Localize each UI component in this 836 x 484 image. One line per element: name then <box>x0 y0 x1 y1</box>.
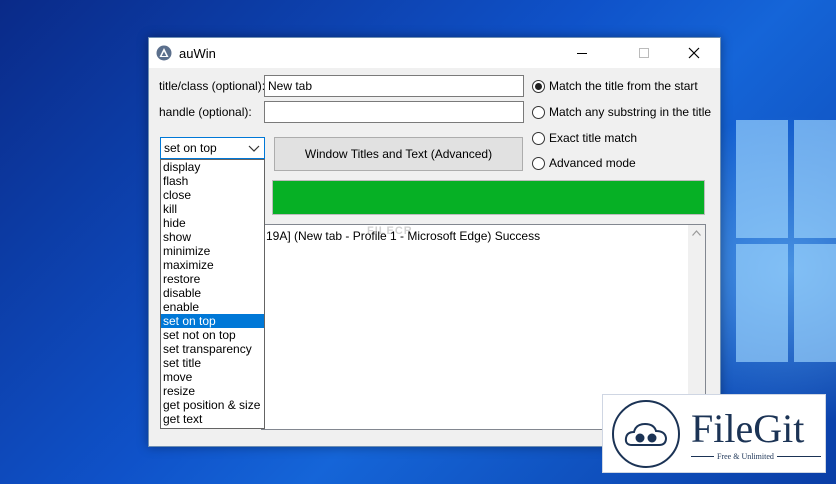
radio-button[interactable] <box>532 105 545 119</box>
radio-button[interactable] <box>532 156 545 170</box>
close-button[interactable] <box>671 38 717 68</box>
window-titles-advanced-button[interactable]: Window Titles and Text (Advanced) <box>274 137 523 171</box>
window-title: auWin <box>179 46 216 61</box>
radio-label: Match the title from the start <box>549 79 698 93</box>
radio-advanced-mode[interactable]: Advanced mode <box>532 156 636 170</box>
watermark-text: FILECR <box>367 225 413 237</box>
radio-match-start[interactable]: Match the title from the start <box>532 79 698 93</box>
radio-button-checked[interactable] <box>532 79 545 93</box>
action-combobox[interactable]: set on top <box>160 137 265 159</box>
minimize-icon <box>577 52 587 54</box>
action-dropdown-list[interactable]: display flash close kill hide show minimize max… <box>160 159 265 429</box>
dropdown-option[interactable]: get position & size <box>161 398 264 412</box>
dropdown-option[interactable]: minimize <box>161 244 264 258</box>
dropdown-option[interactable]: set transparency <box>161 342 264 356</box>
windows-logo <box>736 120 836 370</box>
handle-input[interactable] <box>264 101 524 123</box>
radio-label: Advanced mode <box>549 156 636 170</box>
dropdown-option[interactable]: flash <box>161 174 264 188</box>
dropdown-option[interactable]: get text <box>161 412 264 426</box>
dropdown-option[interactable]: close <box>161 188 264 202</box>
close-icon <box>688 47 700 59</box>
action-combobox-value: set on top <box>164 141 217 155</box>
dropdown-option[interactable]: restore <box>161 272 264 286</box>
title-class-input[interactable]: New tab <box>264 75 524 97</box>
chevron-down-icon[interactable] <box>248 142 260 154</box>
dropdown-option[interactable]: maximize <box>161 258 264 272</box>
badge-tagline: Free & Unlimited <box>714 452 777 461</box>
app-icon <box>156 45 172 61</box>
badge-brand-name: FileGit <box>691 406 805 451</box>
cloud-logo-icon <box>612 400 680 468</box>
dropdown-option[interactable]: disable <box>161 286 264 300</box>
handle-label: handle (optional): <box>159 105 252 119</box>
dropdown-option[interactable]: enable <box>161 300 264 314</box>
dropdown-option[interactable]: show <box>161 230 264 244</box>
progress-bar <box>272 180 705 215</box>
radio-label: Match any substring in the title <box>549 105 712 119</box>
radio-button[interactable] <box>532 131 545 145</box>
maximize-button[interactable] <box>621 38 667 68</box>
dropdown-option[interactable]: move <box>161 370 264 384</box>
scroll-up-icon[interactable] <box>692 230 701 236</box>
radio-match-substring[interactable]: Match any substring in the title <box>532 105 711 119</box>
dropdown-option[interactable]: display <box>161 160 264 174</box>
title-class-label: title/class (optional): <box>159 79 266 93</box>
dropdown-option[interactable]: set not on top <box>161 328 264 342</box>
progress-bar-fill <box>273 181 704 214</box>
dropdown-option[interactable]: kill <box>161 202 264 216</box>
title-bar[interactable]: auWin <box>149 38 720 68</box>
filegit-badge: FileGit Free & Unlimited <box>602 394 826 473</box>
dropdown-option[interactable]: set title <box>161 356 264 370</box>
maximize-icon <box>639 48 649 58</box>
dropdown-option[interactable]: hide <box>161 216 264 230</box>
auwin-window: auWin title/class (optional): New tab ha… <box>148 37 721 447</box>
radio-label: Exact title match <box>549 131 638 145</box>
minimize-button[interactable] <box>559 38 605 68</box>
radio-exact-match[interactable]: Exact title match <box>532 131 637 145</box>
dropdown-option[interactable]: resize <box>161 384 264 398</box>
dropdown-option[interactable]: set on top <box>161 314 264 328</box>
